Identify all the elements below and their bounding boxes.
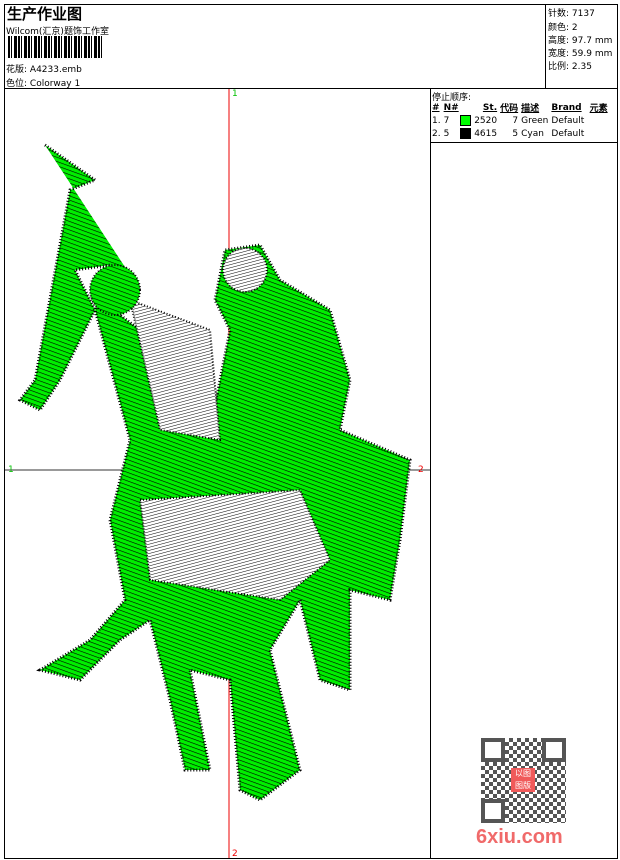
embroidery-preview: 1 1 2 2 [5, 89, 430, 859]
axis-label-bottom: 2 [232, 849, 238, 859]
qr-code: 以图 图版 [481, 738, 566, 823]
axis-label-right: 2 [418, 465, 424, 475]
production-worksheet: 生产作业图 Wilcom(汇京)题饰工作室 花版: A4233.emb 色位: … [0, 0, 620, 860]
axis-label-top: 1 [232, 89, 238, 99]
axis-label-left: 1 [8, 465, 14, 475]
embroidery-figure [17, 143, 412, 802]
site-watermark: 6xiu.com [476, 826, 563, 848]
seal-logo: 以图 图版 [511, 768, 535, 792]
